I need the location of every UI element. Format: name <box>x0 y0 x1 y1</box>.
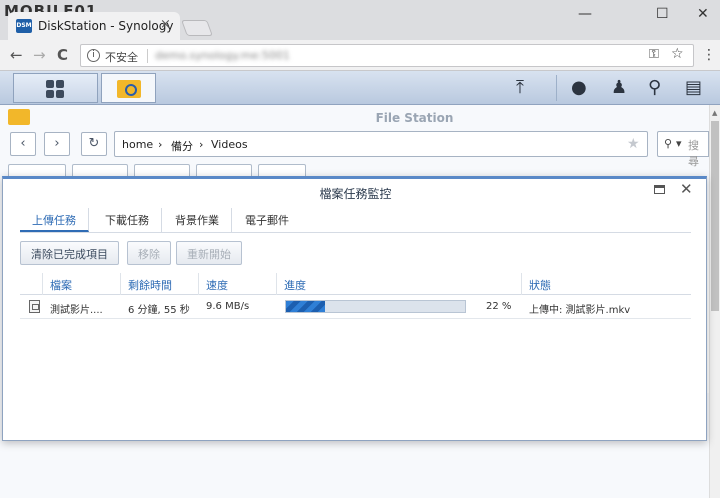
tab-title: DiskStation - Synology <box>38 19 174 33</box>
remove-button[interactable]: 移除 <box>127 241 171 265</box>
key-icon[interactable]: ⚿ <box>649 47 659 62</box>
tab-download[interactable]: 下載任務 <box>93 208 162 232</box>
close-window-button[interactable]: ✕ <box>697 6 709 22</box>
maximize-button[interactable]: ☐ <box>656 6 669 22</box>
dsm-taskbar: ⤒ ● ♟ ⚲ ▤ <box>0 71 720 105</box>
breadcrumb-videos[interactable]: Videos <box>211 138 248 151</box>
bookmark-star-icon[interactable]: ☆ <box>671 46 684 62</box>
window-title: File Station <box>375 111 454 125</box>
main-menu-button[interactable] <box>13 73 98 103</box>
page-scrollbar[interactable]: ▲ <box>709 105 720 498</box>
file-station-taskbar-button[interactable] <box>101 73 156 103</box>
progress-bar-fill <box>286 301 326 312</box>
row-speed: 9.6 MB/s <box>206 301 250 312</box>
tab-background[interactable]: 背景作業 <box>163 208 232 232</box>
close-icon[interactable]: ✕ <box>680 180 693 198</box>
breadcrumb-backup[interactable]: 備分 <box>171 138 193 154</box>
search-icon[interactable]: ⚲ <box>648 77 661 98</box>
video-file-icon <box>29 300 40 313</box>
forward-icon[interactable]: → <box>33 46 46 64</box>
row-file-name: 測試影片.... <box>50 305 103 316</box>
divider <box>556 75 557 101</box>
row-progress-label: 22 % <box>486 301 512 312</box>
progress-bar <box>285 300 466 313</box>
back-icon[interactable]: ← <box>10 46 23 64</box>
new-tab-button[interactable] <box>181 20 213 36</box>
column-file[interactable]: 檔案 <box>50 277 72 293</box>
address-bar[interactable]: i 不安全 demo.synology.me:5001 ⚿ ☆ <box>80 44 694 67</box>
clear-completed-button[interactable]: 清除已完成項目 <box>20 241 119 265</box>
task-monitor-dialog: 檔案任務監控 ✕ 上傳任務 下載任務 背景作業 電子郵件 清除已完成項目 移除 … <box>2 176 707 441</box>
breadcrumb-home[interactable]: home <box>122 138 153 151</box>
column-speed[interactable]: 速度 <box>206 277 228 293</box>
divider <box>147 49 148 63</box>
file-search-field[interactable]: ⚲ ▾ 搜尋 <box>657 131 709 168</box>
tab-close-icon[interactable]: × <box>160 17 171 32</box>
breadcrumb-separator: › <box>199 138 204 151</box>
row-status: 上傳中: 測試影片.mkv <box>529 305 631 316</box>
minimize-button[interactable]: — <box>578 6 592 22</box>
browser-toolbar: ← → C i 不安全 demo.synology.me:5001 ⚿ ☆ ⋮ <box>0 40 720 71</box>
info-icon[interactable]: i <box>87 49 100 62</box>
column-remaining[interactable]: 剩餘時間 <box>128 277 172 293</box>
scroll-up-icon[interactable]: ▲ <box>712 109 717 117</box>
divider <box>20 232 691 233</box>
search-placeholder: 搜尋 <box>688 139 699 168</box>
refresh-button[interactable]: ↻ <box>81 132 107 156</box>
scrollbar-thumb[interactable] <box>711 121 719 311</box>
minimize-icon[interactable] <box>654 185 665 194</box>
tab-email[interactable]: 電子郵件 <box>233 208 301 232</box>
back-button[interactable]: ‹ <box>10 132 36 156</box>
user-icon[interactable]: ♟ <box>611 77 627 98</box>
dialog-title: 檔案任務監控 <box>319 187 392 201</box>
browser-menu-icon[interactable]: ⋮ <box>702 47 716 63</box>
upload-icon[interactable]: ⤒ <box>516 77 524 98</box>
row-remaining-time: 6 分鐘, 55 秒 <box>128 305 190 316</box>
main-menu-icon <box>46 80 64 98</box>
widgets-icon[interactable]: ▤ <box>685 77 702 98</box>
search-icon: ⚲ <box>664 137 673 150</box>
chat-icon[interactable]: ● <box>571 77 587 98</box>
table-header: 檔案 剩餘時間 速度 進度 狀態 <box>20 273 691 295</box>
column-status[interactable]: 狀態 <box>529 277 551 293</box>
path-breadcrumb[interactable]: home › 備分 › Videos ★ <box>114 131 648 157</box>
favicon: DSM <box>16 19 32 33</box>
column-progress[interactable]: 進度 <box>284 277 306 293</box>
favorite-star-icon[interactable]: ★ <box>627 136 640 152</box>
breadcrumb-separator: › <box>158 138 163 151</box>
browser-tab[interactable]: DSM DiskStation - Synology × <box>8 12 180 40</box>
table-row[interactable]: 測試影片.... 6 分鐘, 55 秒 9.6 MB/s 22 % 上傳中: 測… <box>20 296 691 319</box>
search-dropdown-icon: ▾ <box>676 137 682 150</box>
url-text[interactable]: demo.synology.me:5001 <box>155 49 290 62</box>
tab-upload[interactable]: 上傳任務 <box>20 208 89 232</box>
browser-title-bar: MOBILE01 DSM DiskStation - Synology × — … <box>0 0 720 40</box>
forward-button[interactable]: › <box>44 132 70 156</box>
security-label: 不安全 <box>105 51 138 64</box>
file-station-icon <box>117 80 141 98</box>
reload-icon[interactable]: C <box>57 46 68 64</box>
restart-button[interactable]: 重新開始 <box>176 241 242 265</box>
